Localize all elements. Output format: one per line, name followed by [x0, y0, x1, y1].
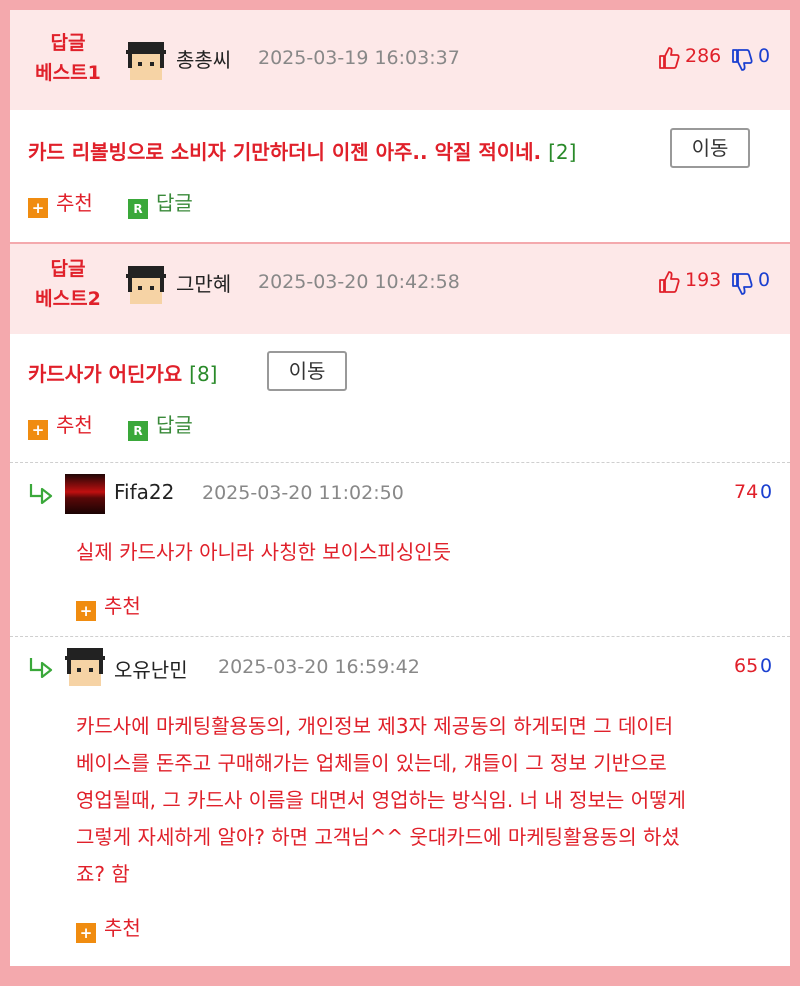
move-button[interactable]: 이동	[670, 128, 750, 168]
reply-button[interactable]: R 답글	[128, 412, 193, 441]
divider	[10, 462, 790, 463]
avatar-icon[interactable]	[65, 648, 105, 688]
thumbs-down-icon[interactable]	[731, 48, 753, 72]
username[interactable]: 오유난민	[114, 654, 188, 683]
recommend-button[interactable]: + 추천	[28, 412, 93, 440]
avatar-icon[interactable]	[126, 266, 166, 306]
reply-count[interactable]: [8]	[189, 362, 217, 386]
upvote-count: 193	[685, 269, 722, 291]
best-2-label: 답글 베스트2	[28, 254, 108, 314]
plus-icon: +	[28, 420, 48, 440]
avatar-icon[interactable]	[65, 474, 105, 514]
comment-date: 2025-03-19 16:03:37	[258, 47, 460, 69]
downvote-count: 0	[758, 269, 771, 291]
reply-arrow-icon	[29, 658, 53, 678]
best-label-line1: 답글	[50, 258, 86, 280]
plus-icon: +	[28, 198, 48, 218]
upvote-count: 74	[734, 481, 759, 503]
upvote-count: 286	[685, 45, 722, 67]
thumbs-up-icon[interactable]	[658, 270, 680, 294]
best-1-label: 답글 베스트1	[28, 28, 108, 88]
reply-text-line: 카드사에 마케팅활용동의, 개인정보 제3자 제공동의 하게되면 그 데이터	[76, 714, 674, 738]
recommend-button[interactable]: + 추천	[76, 593, 141, 621]
comment-date: 2025-03-20 16:59:42	[218, 656, 420, 678]
downvote-count: 0	[760, 655, 773, 677]
recommend-label: 추천	[104, 916, 141, 940]
reply-r-icon: R	[128, 421, 148, 441]
reply-text: 카드사에 마케팅활용동의, 개인정보 제3자 제공동의 하게되면 그 데이터 베…	[76, 708, 776, 893]
reply-r-icon: R	[128, 199, 148, 219]
username[interactable]: 총총씨	[176, 44, 231, 73]
comment-date: 2025-03-20 11:02:50	[202, 482, 404, 504]
reply-text: 실제 카드사가 아니라 사칭한 보이스피싱인듯	[76, 540, 452, 564]
recommend-button[interactable]: + 추천	[28, 190, 93, 218]
recommend-button[interactable]: + 추천	[76, 915, 141, 943]
reply-text-line: 베이스를 돈주고 구매해가는 업체들이 있는데, 걔들이 그 정보 기반으로	[76, 751, 667, 775]
plus-icon: +	[76, 601, 96, 621]
reply-label: 답글	[156, 191, 193, 215]
reply-text-line: 그렇게 자세하게 알아? 하면 고객님^^ 웃대카드에 마케팅활용동의 하셨	[76, 825, 680, 849]
reply-text-line: 죠? 함	[76, 862, 130, 886]
recommend-label: 추천	[56, 191, 93, 215]
downvote-count: 0	[758, 45, 771, 67]
reply-arrow-icon	[29, 484, 53, 504]
best-label-line2: 베스트2	[35, 288, 101, 310]
reply-button[interactable]: R 답글	[128, 190, 193, 219]
reply-count[interactable]: [2]	[548, 140, 576, 164]
upvote-count: 65	[734, 655, 759, 677]
avatar-icon[interactable]	[126, 42, 166, 82]
recommend-label: 추천	[104, 594, 141, 618]
comment-text: 카드사가 어딘가요	[28, 362, 183, 386]
move-button[interactable]: 이동	[267, 351, 347, 391]
plus-icon: +	[76, 923, 96, 943]
best-label-line1: 답글	[50, 32, 86, 54]
recommend-label: 추천	[56, 413, 93, 437]
divider	[10, 636, 790, 637]
username[interactable]: 그만혜	[176, 268, 231, 297]
best-label-line2: 베스트1	[35, 62, 101, 84]
best-comment-2-text: 카드사가 어딘가요 [8]	[28, 358, 217, 387]
thumbs-down-icon[interactable]	[731, 272, 753, 296]
reply-text-line: 영업될때, 그 카드사 이름을 대면서 영업하는 방식임. 너 내 정보는 어떻…	[76, 788, 686, 812]
thumbs-up-icon[interactable]	[658, 46, 680, 70]
reply-label: 답글	[156, 413, 193, 437]
username[interactable]: Fifa22	[114, 480, 174, 504]
comment-text: 카드 리볼빙으로 소비자 기만하더니 이젠 아주.. 악질 적이네.	[28, 140, 542, 164]
best-comment-2-header: 답글 베스트2 그만혜 2025-03-20 10:42:58 193 0	[10, 242, 790, 334]
best-comment-1-text: 카드 리볼빙으로 소비자 기만하더니 이젠 아주.. 악질 적이네. [2]	[28, 136, 576, 165]
downvote-count: 0	[760, 481, 773, 503]
comment-list: 답글 베스트1 총총씨 2025-03-19 16:03:37 286 0 카드…	[10, 10, 790, 966]
best-comment-1-header: 답글 베스트1 총총씨 2025-03-19 16:03:37 286 0	[10, 10, 790, 110]
comment-date: 2025-03-20 10:42:58	[258, 271, 460, 293]
